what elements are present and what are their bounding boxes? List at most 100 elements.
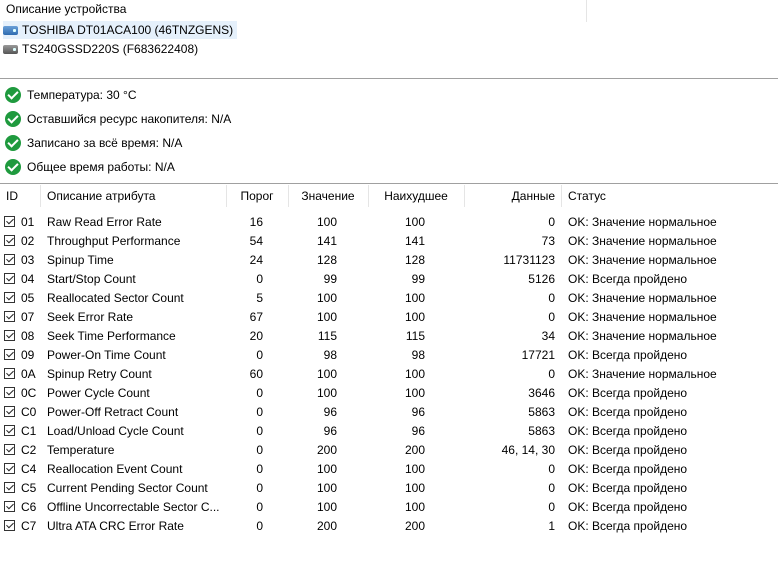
row-checkbox[interactable] <box>4 216 15 227</box>
column-resizer[interactable] <box>561 185 562 207</box>
attr-value: 100 <box>316 386 337 400</box>
row-checkbox[interactable] <box>4 482 15 493</box>
row-checkbox[interactable] <box>4 235 15 246</box>
col-header-status[interactable]: Статус <box>568 185 606 207</box>
col-header-value[interactable]: Значение <box>289 185 367 207</box>
attr-worst: 115 <box>405 329 425 343</box>
attr-worst: 100 <box>404 462 425 476</box>
table-row[interactable]: 0A Spinup Retry Count 60 100 100 0 OK: Значени… <box>0 365 778 384</box>
table-row[interactable]: 08 Seek Time Performance 20 115 115 34 OK: Зна… <box>0 327 778 346</box>
attr-description: Throughput Performance <box>47 234 181 248</box>
row-checkbox[interactable] <box>4 349 15 360</box>
attr-id: C0 <box>21 405 37 419</box>
row-checkbox[interactable] <box>4 330 15 341</box>
table-row[interactable]: 04 Start/Stop Count 0 99 99 5126 OK: Всегда пр… <box>0 270 778 289</box>
attr-value: 100 <box>316 215 337 229</box>
row-checkbox[interactable] <box>4 463 15 474</box>
table-row[interactable]: C4 Reallocation Event Count 0 100 100 0 OK: Вс… <box>0 460 778 479</box>
device-label: TOSHIBA DT01ACA100 (46TNZGENS) <box>22 23 234 37</box>
attr-status: OK: Всегда пройдено <box>568 272 688 286</box>
attr-raw-data: 3646 <box>528 386 555 400</box>
row-checkbox[interactable] <box>4 292 15 303</box>
summary-label: Записано за всё время: N/A <box>27 136 183 150</box>
table-row[interactable]: C7 Ultra ATA CRC Error Rate 0 200 200 1 OK: Вс… <box>0 517 778 536</box>
attr-threshold: 0 <box>256 462 263 476</box>
attr-id: 08 <box>21 329 35 343</box>
table-row[interactable]: 03 Spinup Time 24 128 128 11731123 OK: Значени… <box>0 251 778 270</box>
row-checkbox[interactable] <box>4 311 15 322</box>
attr-description: Power Cycle Count <box>47 386 150 400</box>
attr-value: 96 <box>323 424 337 438</box>
table-row[interactable]: C6 Offline Uncorrectable Sector C... 0 100 1… <box>0 498 778 517</box>
attr-raw-data: 0 <box>548 481 555 495</box>
attr-threshold: 0 <box>256 348 263 362</box>
row-checkbox[interactable] <box>4 387 15 398</box>
attr-threshold: 0 <box>256 519 263 533</box>
table-row[interactable]: C0 Power-Off Retract Count 0 96 96 5863 OK: Вс… <box>0 403 778 422</box>
row-checkbox[interactable] <box>4 254 15 265</box>
attr-threshold: 0 <box>256 500 263 514</box>
attr-raw-data: 5126 <box>528 272 555 286</box>
summary-temperature: Температура: 30 °C <box>5 85 137 105</box>
attr-id: 02 <box>21 234 35 248</box>
table-row[interactable]: 09 Power-On Time Count 0 98 98 17721 OK: Всегд… <box>0 346 778 365</box>
table-row[interactable]: C1 Load/Unload Cycle Count 0 96 96 5863 OK: Вс… <box>0 422 778 441</box>
attr-value: 100 <box>316 310 337 324</box>
attr-id: C4 <box>21 462 37 476</box>
attr-id: 03 <box>21 253 35 267</box>
attr-worst: 96 <box>411 424 425 438</box>
attr-worst: 100 <box>404 481 425 495</box>
attr-worst: 100 <box>404 500 425 514</box>
attr-description: Start/Stop Count <box>47 272 136 286</box>
col-header-description[interactable]: Описание атрибута <box>47 185 155 207</box>
table-row[interactable]: 01 Raw Read Error Rate 16 100 100 0 OK: Значен… <box>0 213 778 232</box>
col-header-id[interactable]: ID <box>6 185 18 207</box>
attr-value: 200 <box>316 519 337 533</box>
table-row[interactable]: 05 Reallocated Sector Count 5 100 100 0 OK: Зн… <box>0 289 778 308</box>
table-header: ID Описание атрибута Порог Значение Наих… <box>0 185 778 207</box>
attr-threshold: 54 <box>249 234 263 248</box>
attr-worst: 141 <box>404 234 425 248</box>
device-item-ts240[interactable]: TS240GSSD220S (F683622408) <box>3 40 202 58</box>
col-header-worst[interactable]: Наихудшее <box>369 185 463 207</box>
attr-description: Power-On Time Count <box>47 348 166 362</box>
ok-check-icon <box>5 111 21 127</box>
table-row[interactable]: 07 Seek Error Rate 67 100 100 0 OK: Значение н… <box>0 308 778 327</box>
row-checkbox[interactable] <box>4 406 15 417</box>
section-divider[interactable] <box>0 183 778 184</box>
attr-description: Reallocation Event Count <box>47 462 183 476</box>
attr-threshold: 0 <box>256 443 263 457</box>
attr-threshold: 5 <box>256 291 263 305</box>
table-row[interactable]: C5 Current Pending Sector Count 0 100 100 0 OK… <box>0 479 778 498</box>
attr-description: Seek Error Rate <box>47 310 134 324</box>
attr-threshold: 0 <box>256 405 263 419</box>
attr-description: Power-Off Retract Count <box>47 405 179 419</box>
attr-status: OK: Всегда пройдено <box>568 481 688 495</box>
table-row[interactable]: C2 Temperature 0 200 200 46, 14, 30 OK: Всегда… <box>0 441 778 460</box>
attr-description: Temperature <box>47 443 115 457</box>
attr-status: OK: Всегда пройдено <box>568 462 688 476</box>
row-checkbox[interactable] <box>4 520 15 531</box>
attr-id: 0C <box>21 386 37 400</box>
attr-raw-data: 0 <box>548 367 555 381</box>
attr-raw-data: 11731123 <box>503 253 555 267</box>
row-checkbox[interactable] <box>4 273 15 284</box>
header-divider <box>586 0 587 22</box>
row-checkbox[interactable] <box>4 425 15 436</box>
row-checkbox[interactable] <box>4 444 15 455</box>
row-checkbox[interactable] <box>4 501 15 512</box>
col-header-data[interactable]: Данные <box>465 185 555 207</box>
col-header-threshold[interactable]: Порог <box>227 185 287 207</box>
table-row[interactable]: 02 Throughput Performance 54 141 141 73 OK: Зн… <box>0 232 778 251</box>
attr-value: 200 <box>316 443 337 457</box>
attr-value: 99 <box>323 272 337 286</box>
attr-raw-data: 0 <box>548 310 555 324</box>
attr-threshold: 0 <box>256 424 263 438</box>
section-divider[interactable] <box>0 78 778 79</box>
attr-worst: 100 <box>404 215 425 229</box>
row-checkbox[interactable] <box>4 368 15 379</box>
attr-status: OK: Значение нормальное <box>568 215 717 229</box>
device-item-toshiba[interactable]: TOSHIBA DT01ACA100 (46TNZGENS) <box>3 21 238 39</box>
table-row[interactable]: 0C Power Cycle Count 0 100 100 3646 OK: Всегда… <box>0 384 778 403</box>
column-resizer[interactable] <box>40 185 41 207</box>
